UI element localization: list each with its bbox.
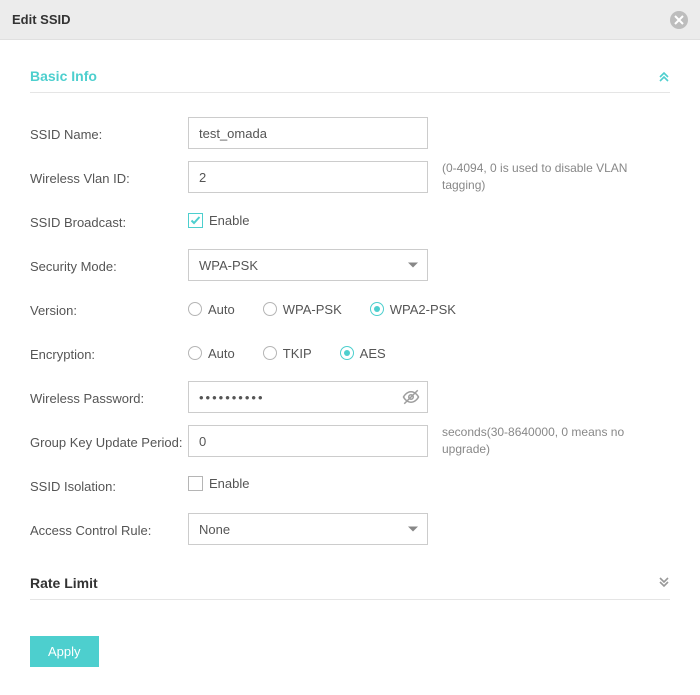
hint-group-key-update: seconds(30-8640000, 0 means no upgrade) [428, 424, 670, 458]
checkbox-box [188, 213, 203, 228]
radio-label: AES [360, 346, 386, 361]
checkbox-label: Enable [209, 476, 249, 491]
checkbox-box [188, 476, 203, 491]
encryption-auto-radio[interactable]: Auto [188, 346, 235, 361]
label-ssid-isolation: SSID Isolation: [30, 477, 188, 494]
radio-label: WPA2-PSK [390, 302, 456, 317]
label-access-control-rule: Access Control Rule: [30, 521, 188, 538]
radio-label: WPA-PSK [283, 302, 342, 317]
dialog-title: Edit SSID [12, 12, 71, 27]
label-version: Version: [30, 301, 188, 318]
row-vlan-id: Wireless Vlan ID: (0-4094, 0 is used to … [30, 155, 670, 199]
radio-label: Auto [208, 302, 235, 317]
section-header-basic-info[interactable]: Basic Info [30, 68, 670, 93]
security-mode-select[interactable]: WPA-PSK [188, 249, 428, 281]
checkbox-label: Enable [209, 213, 249, 228]
label-vlan-id: Wireless Vlan ID: [30, 169, 188, 186]
label-ssid-name: SSID Name: [30, 125, 188, 142]
row-ssid-isolation: SSID Isolation: Enable [30, 463, 670, 507]
radio-circle [370, 302, 384, 316]
section-title: Basic Info [30, 68, 97, 84]
radio-label: TKIP [283, 346, 312, 361]
ssid-broadcast-checkbox[interactable]: Enable [188, 213, 249, 228]
label-wireless-password: Wireless Password: [30, 389, 188, 406]
row-group-key-update: Group Key Update Period: seconds(30-8640… [30, 419, 670, 463]
ssid-name-input[interactable] [188, 117, 428, 149]
section-title: Rate Limit [30, 575, 98, 591]
radio-circle [340, 346, 354, 360]
radio-label: Auto [208, 346, 235, 361]
edit-ssid-dialog: Edit SSID Basic Info SSID Name: Wireless… [0, 0, 700, 687]
label-encryption: Encryption: [30, 345, 188, 362]
version-wpa-psk-radio[interactable]: WPA-PSK [263, 302, 342, 317]
eye-off-icon[interactable] [402, 388, 420, 406]
radio-circle [263, 346, 277, 360]
row-ssid-broadcast: SSID Broadcast: Enable [30, 199, 670, 243]
group-key-update-input[interactable] [188, 425, 428, 457]
close-icon[interactable] [670, 11, 688, 29]
version-wpa2-psk-radio[interactable]: WPA2-PSK [370, 302, 456, 317]
dialog-header: Edit SSID [0, 0, 700, 40]
row-ssid-name: SSID Name: [30, 111, 670, 155]
label-ssid-broadcast: SSID Broadcast: [30, 213, 188, 230]
radio-circle [263, 302, 277, 316]
expand-icon [658, 577, 670, 589]
radio-circle [188, 346, 202, 360]
label-group-key-update: Group Key Update Period: [30, 433, 188, 450]
select-display: None [188, 513, 428, 545]
select-display: WPA-PSK [188, 249, 428, 281]
row-access-control-rule: Access Control Rule: None [30, 507, 670, 551]
row-security-mode: Security Mode: WPA-PSK [30, 243, 670, 287]
collapse-icon [658, 70, 670, 82]
radio-circle [188, 302, 202, 316]
section-header-rate-limit[interactable]: Rate Limit [30, 575, 670, 600]
dialog-body: Basic Info SSID Name: Wireless Vlan ID: … [0, 40, 700, 687]
hint-vlan-id: (0-4094, 0 is used to disable VLAN taggi… [428, 160, 670, 194]
wireless-password-input[interactable] [188, 381, 428, 413]
access-control-rule-select[interactable]: None [188, 513, 428, 545]
vlan-id-input[interactable] [188, 161, 428, 193]
apply-button[interactable]: Apply [30, 636, 99, 667]
version-auto-radio[interactable]: Auto [188, 302, 235, 317]
encryption-aes-radio[interactable]: AES [340, 346, 386, 361]
row-version: Version: Auto WPA-PSK WPA2-PSK [30, 287, 670, 331]
label-security-mode: Security Mode: [30, 257, 188, 274]
row-encryption: Encryption: Auto TKIP AES [30, 331, 670, 375]
ssid-isolation-checkbox[interactable]: Enable [188, 476, 249, 491]
row-wireless-password: Wireless Password: [30, 375, 670, 419]
encryption-tkip-radio[interactable]: TKIP [263, 346, 312, 361]
